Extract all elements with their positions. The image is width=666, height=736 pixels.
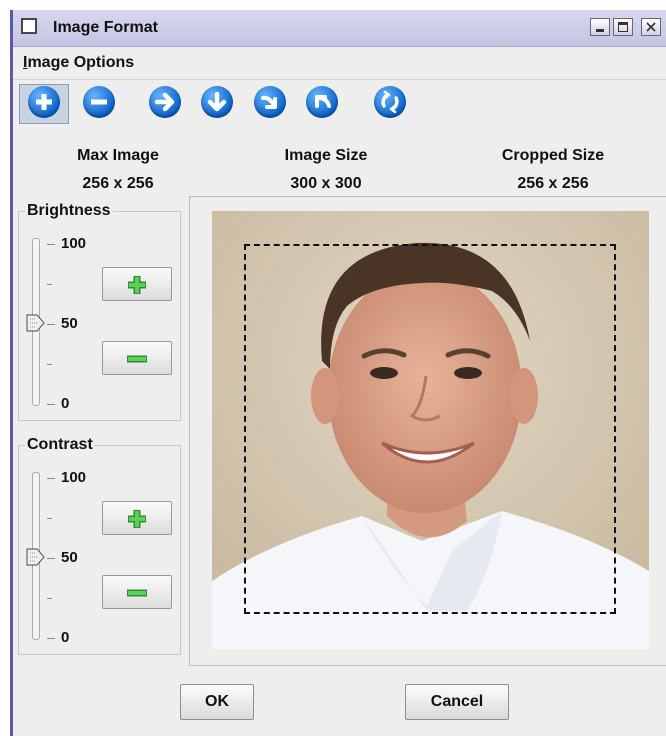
contrast-panel: Contrast 100 50 0: [18, 436, 181, 655]
tick-mark: [47, 364, 52, 365]
cancel-button[interactable]: Cancel: [405, 684, 509, 720]
contrast-tick-100: 100: [61, 469, 87, 486]
tick-mark: [47, 518, 52, 519]
toolbar: [13, 80, 666, 124]
tick-mark: [47, 558, 55, 559]
menu-image-options[interactable]: Image Options: [23, 54, 134, 72]
zoom-out-icon: [91, 99, 107, 105]
window-title: Image Format: [53, 19, 158, 36]
plus-icon: [128, 510, 146, 528]
brightness-increase-button[interactable]: [102, 267, 172, 301]
minimize-button[interactable]: [590, 18, 610, 36]
rotate-cw-icon: [261, 95, 277, 109]
image-size-value: 300 x 300: [290, 175, 362, 192]
minus-icon: [127, 589, 147, 597]
move-down-button[interactable]: [201, 86, 233, 118]
arrow-down-icon: [207, 91, 227, 112]
portrait-photo: [212, 211, 649, 649]
max-image-label: Max Image: [77, 147, 159, 164]
contrast-increase-button[interactable]: [102, 501, 172, 535]
close-icon: [646, 22, 656, 32]
tick-mark: [47, 324, 55, 325]
cropped-size-label: Cropped Size: [501, 147, 605, 164]
zoom-out-button[interactable]: [83, 86, 115, 118]
minus-icon: [127, 355, 147, 363]
plus-icon: [128, 276, 146, 294]
crop-selection-box[interactable]: [244, 244, 616, 614]
brightness-decrease-button[interactable]: [102, 341, 172, 375]
contrast-slider-thumb[interactable]: [25, 546, 45, 568]
image-preview-area: [189, 196, 666, 666]
brightness-panel: Brightness 100 50 0: [18, 202, 181, 421]
close-button[interactable]: [641, 18, 661, 36]
contrast-tick-0: 0: [61, 629, 70, 646]
brightness-tick-0: 0: [61, 395, 70, 412]
brightness-slider-thumb[interactable]: [25, 312, 45, 334]
brightness-tick-100: 100: [61, 235, 87, 252]
tick-mark: [47, 244, 55, 245]
zoom-in-button[interactable]: [28, 86, 60, 118]
rotate-counterclockwise-button[interactable]: [306, 86, 338, 118]
rotate-ccw-icon: [315, 95, 331, 108]
title-bar[interactable]: Image Format: [13, 10, 666, 47]
window-icon: [21, 18, 37, 34]
zoom-in-icon: [36, 94, 52, 110]
ok-button[interactable]: OK: [180, 684, 254, 720]
contrast-tick-50: 50: [61, 549, 78, 566]
rotate-clockwise-button[interactable]: [254, 86, 286, 118]
image-size-label: Image Size: [284, 147, 368, 164]
tick-mark: [47, 284, 52, 285]
tick-mark: [47, 598, 52, 599]
arrow-right-icon: [154, 92, 175, 112]
reset-button[interactable]: [374, 86, 406, 118]
reset-icon: [381, 90, 399, 114]
tick-mark: [47, 638, 55, 639]
contrast-decrease-button[interactable]: [102, 575, 172, 609]
maximize-button[interactable]: [613, 18, 633, 36]
image-format-window: Image Format Image Options Max Image 256…: [10, 10, 666, 736]
menu-bar: Image Options: [13, 47, 666, 80]
max-image-value: 256 x 256: [82, 175, 154, 192]
brightness-label: Brightness: [25, 202, 113, 220]
brightness-tick-50: 50: [61, 315, 78, 332]
contrast-label: Contrast: [25, 436, 95, 454]
cropped-size-value: 256 x 256: [517, 175, 589, 192]
tick-mark: [47, 478, 55, 479]
move-right-button[interactable]: [149, 86, 181, 118]
tick-mark: [47, 404, 55, 405]
